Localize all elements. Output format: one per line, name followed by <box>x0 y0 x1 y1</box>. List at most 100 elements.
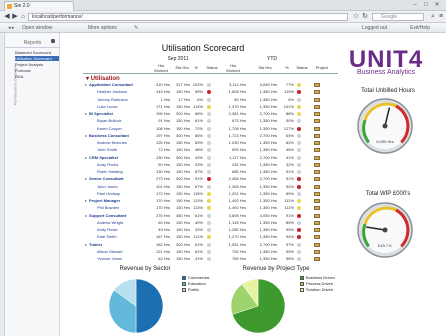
project-link-icon[interactable] <box>314 133 320 138</box>
row-name[interactable]: Senior Consultant <box>89 176 123 182</box>
project-link-icon[interactable] <box>314 206 320 211</box>
open-window-button[interactable]: Open window <box>22 23 52 33</box>
maximize-icon[interactable]: □ <box>421 1 431 9</box>
table-row[interactable]: Phil Bowden 170 Hrs 150 Hrs 113% 1,492 Hrs 1,… <box>83 205 338 211</box>
table-row[interactable]: Luke Lucas 171 Hrs 150 Hrs 114% 1,370 Hrs 1,3… <box>83 104 338 110</box>
row-name[interactable]: Andrew Wright <box>97 220 123 226</box>
project-link-icon[interactable] <box>314 104 320 109</box>
expand-icon[interactable]: ▸ <box>85 242 87 248</box>
expand-icon[interactable]: ▸ <box>85 176 87 182</box>
table-row[interactable]: Alison Stewart 121 Hrs 150 Hrs 81% 792 Hrs 1,… <box>83 249 338 255</box>
table-row[interactable]: Trainer ▸ 182 Hrs 300 Hrs 61% 1,551 Hrs 2,700 … <box>83 242 338 248</box>
home-icon[interactable]: ⌂ <box>19 13 27 21</box>
row-name[interactable]: Phil Bowden <box>97 205 119 211</box>
browser-tab[interactable]: Sie 2.0 <box>4 1 74 11</box>
row-name[interactable]: Project Manager <box>89 198 120 204</box>
row-name[interactable]: Alison Stewart <box>97 249 123 255</box>
expand-icon[interactable]: ▸ <box>85 111 87 117</box>
project-link-icon[interactable] <box>314 220 320 225</box>
table-row[interactable]: Business Consultant ▸ 197 Hrs 300 Hrs 66% 1,7… <box>83 133 338 139</box>
table-row[interactable]: John Smith 72 Hrs 150 Hrs 48% 693 Hrs 1,350 H… <box>83 147 338 153</box>
row-name[interactable]: Yvonne Jones <box>97 256 122 262</box>
row-name[interactable]: John Jones <box>97 184 117 190</box>
project-link-icon[interactable] <box>314 90 320 95</box>
expand-icon[interactable]: ▸ <box>85 213 87 219</box>
row-name[interactable]: Andy Rocks <box>97 162 118 168</box>
project-link-icon[interactable] <box>314 83 320 87</box>
row-name[interactable]: Paul Lindsay <box>97 191 120 197</box>
project-link-icon[interactable] <box>314 177 320 182</box>
row-name[interactable]: Robin Harding <box>97 169 123 175</box>
nav-arrows-icon[interactable]: ◂ ▸ <box>8 23 14 33</box>
table-row[interactable]: Robin Harding 130 Hrs 150 Hrs 87% 685 Hrs 1,3… <box>83 169 338 175</box>
table-row[interactable]: Andrew McInnes 125 Hrs 150 Hrs 83% 1,030 Hrs… <box>83 140 338 146</box>
table-row[interactable]: Paul Lindsay 172 Hrs 150 Hrs 115% 1,201 Hrs 1… <box>83 191 338 197</box>
pie-slice-commercial[interactable] <box>135 278 164 334</box>
refresh-button[interactable]: ↻ <box>361 13 369 21</box>
row-name[interactable]: Business Consultant <box>89 133 129 139</box>
table-row[interactable]: Johnny Robinson 1 Hrs 17 Hrs 6% 80 Hrs 1,350 … <box>83 97 338 103</box>
exit-help-button[interactable]: Exit/Help <box>410 23 430 33</box>
sidebar-item-utilisation-scorecard[interactable]: Utilisation Scorecard <box>15 56 59 61</box>
project-link-icon[interactable] <box>314 126 320 131</box>
row-name[interactable]: John Smith <box>97 147 117 153</box>
project-link-icon[interactable] <box>314 162 320 167</box>
menu-icon[interactable]: ≡ <box>437 13 445 21</box>
project-link-icon[interactable] <box>314 191 320 196</box>
table-row[interactable]: Yvonne Jones 62 Hrs 150 Hrs 41% 759 Hrs 1,350… <box>83 256 338 262</box>
sidebar-item-rda[interactable]: RDA <box>15 74 59 79</box>
sidebar-item-project-analysis[interactable]: Project Analysis <box>15 62 59 67</box>
table-row[interactable]: Andy Rowe 49 Hrs 150 Hrs 33% 1,280 Hrs 1,350 … <box>83 227 338 233</box>
lock-icon[interactable] <box>51 39 55 43</box>
sidebar-item-balanced-scorecard[interactable]: Balanced Scorecard <box>15 50 59 55</box>
project-link-icon[interactable] <box>314 228 320 232</box>
project-link-icon[interactable] <box>314 119 320 124</box>
row-name[interactable]: Kate Smith <box>97 234 117 240</box>
table-row[interactable]: Kate Smith 167 Hrs 150 Hrs 111% 1,270 Hrs 1,3… <box>83 234 338 240</box>
table-row[interactable]: John Jones 101 Hrs 150 Hrs 67% 1,265 Hrs 1,35… <box>83 184 338 190</box>
table-row[interactable]: Bryan Bullock 91 Hrs 150 Hrs 61% 673 Hrs 1,35… <box>83 118 338 124</box>
tools-icon[interactable]: ✎ <box>134 23 138 33</box>
project-link-icon[interactable] <box>314 184 320 189</box>
more-options-button[interactable]: More options <box>88 23 117 33</box>
table-row[interactable]: Support Consultant ▸ 276 Hrs 450 Hrs 61% 3,69… <box>83 213 338 219</box>
project-link-icon[interactable] <box>314 155 320 160</box>
row-name[interactable]: Bryan Bullock <box>97 118 121 124</box>
star-icon[interactable]: ☆ <box>352 13 360 21</box>
project-link-icon[interactable] <box>314 257 320 261</box>
project-link-icon[interactable] <box>314 170 320 174</box>
row-name[interactable]: Trainer <box>89 242 102 248</box>
project-link-icon[interactable] <box>314 148 320 153</box>
expand-icon[interactable]: ▸ <box>85 155 87 161</box>
row-name[interactable]: Karen Cooper <box>97 126 122 132</box>
table-row[interactable]: Heather Jackson 143 Hrs 150 Hrs 95% 1,605 Hr… <box>83 89 338 95</box>
project-link-icon[interactable] <box>314 112 320 116</box>
expand-icon[interactable]: ▸ <box>85 198 87 204</box>
address-bar[interactable]: localhost/performance/ <box>28 13 348 21</box>
table-row[interactable]: BI Specialist ▸ 199 Hrs 300 Hrs 66% 2,381 Hrs… <box>83 111 338 117</box>
table-row[interactable]: Project Manager ▸ 170 Hrs 150 Hrs 113% 1,492 … <box>83 198 338 204</box>
back-button[interactable]: ◀ <box>3 13 11 21</box>
row-name[interactable]: CRM Specialist <box>89 155 118 161</box>
search-input[interactable]: Google <box>372 13 424 21</box>
sidebar-item-forecast[interactable]: Forecast <box>15 68 59 73</box>
minimize-icon[interactable]: – <box>410 1 420 9</box>
forward-button[interactable]: ▶ <box>11 13 19 21</box>
table-row[interactable]: Andy Rocks 50 Hrs 150 Hrs 33% 432 Hrs 1,350 H… <box>83 162 338 168</box>
expand-icon[interactable]: ▸ <box>85 82 87 88</box>
row-name[interactable]: BI Specialist <box>89 111 113 117</box>
project-link-icon[interactable] <box>314 249 320 254</box>
project-link-icon[interactable] <box>314 213 320 218</box>
close-icon[interactable]: ✕ <box>432 1 442 9</box>
project-link-icon[interactable] <box>314 199 320 203</box>
project-link-icon[interactable] <box>314 97 320 102</box>
table-row[interactable]: Karen Cooper 108 Hrs 150 Hrs 72% 1,708 Hrs 1,… <box>83 126 338 132</box>
row-name[interactable]: Andy Rowe <box>97 227 117 233</box>
row-name[interactable]: Heather Jackson <box>97 89 127 95</box>
search-icon[interactable]: ⌕ <box>429 13 437 21</box>
row-name[interactable]: Johnny Robinson <box>97 97 128 103</box>
expand-icon[interactable]: ▸ <box>85 133 87 139</box>
row-name[interactable]: Support Consultant <box>89 213 126 219</box>
table-row[interactable]: Andrew Wright 60 Hrs 150 Hrs 40% 1,145 Hrs 1,… <box>83 220 338 226</box>
project-link-icon[interactable] <box>314 242 320 247</box>
